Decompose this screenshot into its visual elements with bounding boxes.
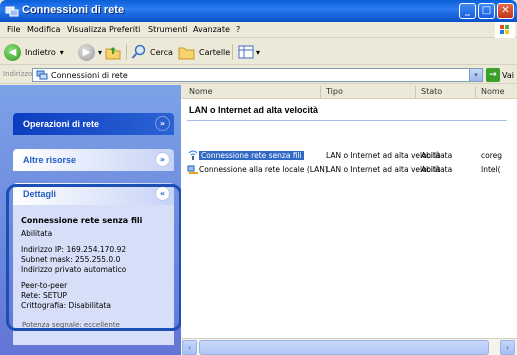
row-device: Intel( [481,165,501,174]
scroll-left-icon[interactable]: ‹ [182,340,197,355]
address-dropdown-icon[interactable]: ▾ [469,69,482,81]
views-icon [238,45,254,59]
explorer-window: Connessioni di rete _ □ ✕ File Modifica … [0,0,517,355]
network-tasks-header[interactable]: Operazioni di rete » [13,113,174,135]
minimize-button[interactable]: _ [459,3,476,19]
network-connections-icon [5,6,19,17]
up-folder-icon[interactable] [104,43,122,61]
row-status: Abilitata [421,151,453,160]
column-divider[interactable] [475,86,476,98]
menu-avanzate[interactable]: Avanzate [193,25,230,34]
file-list-view[interactable]: Nome Tipo Stato Nome LAN o Internet ad a… [181,85,517,355]
network-folder-icon [36,70,48,80]
address-value: Connessioni di rete [51,71,128,80]
forward-dropdown-icon[interactable]: ▾ [98,48,102,57]
menu-help[interactable]: ? [236,25,240,34]
address-label: Indirizzo [3,70,33,78]
column-type[interactable]: Tipo [326,87,343,96]
views-button[interactable]: ▾ [238,43,260,61]
row-device: coreg [481,151,503,160]
group-divider [187,120,507,121]
go-arrow-icon[interactable]: → [486,68,500,82]
folders-icon [178,47,195,60]
other-places-title: Altre risorse [23,155,77,165]
folders-label: Cartelle [199,47,231,57]
search-label: Cerca [150,47,173,57]
search-button[interactable]: Cerca [131,43,173,61]
details-highlight-frame [6,184,182,331]
window-title: Connessioni di rete [22,4,125,16]
other-places-header[interactable]: Altre risorse » [13,149,174,171]
row-status: Abilitata [421,165,453,174]
menu-bar: File Modifica Visualizza Preferiti Strum… [0,22,517,38]
column-device-name[interactable]: Nome [481,87,505,96]
row-name: Connessione rete senza fili [199,151,304,160]
address-bar: Indirizzo Connessioni di rete ▾ → Vai [0,66,517,84]
menu-preferiti[interactable]: Preferiti [109,25,140,34]
folders-button[interactable]: Cartelle [178,43,230,61]
scroll-right-icon[interactable]: › [500,340,515,355]
menu-visualizza[interactable]: Visualizza [67,25,106,34]
column-status[interactable]: Stato [421,87,442,96]
row-name: Connessione alla rete locale (LAN) [199,165,328,174]
forward-button[interactable]: ▶ ▾ [78,43,102,61]
windows-logo-icon [495,22,515,38]
back-button[interactable]: ◀ Indietro ▾ [4,43,64,61]
back-label: Indietro [25,47,56,57]
scrollbar-thumb[interactable] [199,340,489,355]
back-dropdown-icon[interactable]: ▾ [60,48,64,57]
group-title: LAN o Internet ad alta velocità [189,105,319,115]
column-divider[interactable] [320,86,321,98]
forward-arrow-icon: ▶ [78,43,95,61]
lan-connection-icon [187,165,198,174]
title-bar[interactable]: Connessioni di rete _ □ ✕ [0,0,517,22]
close-button[interactable]: ✕ [497,3,514,19]
toolbar-separator [126,44,127,60]
toolbar: ◀ Indietro ▾ ▶ ▾ Cerca Cartelle ▾ [0,39,517,65]
back-arrow-icon: ◀ [4,43,21,61]
menu-modifica[interactable]: Modifica [27,25,60,34]
expand-chevron-icon[interactable]: » [155,116,170,131]
menu-file[interactable]: File [7,25,20,34]
go-label[interactable]: Vai [502,71,514,80]
column-name[interactable]: Nome [189,87,213,96]
table-row[interactable]: Connessione rete senza fili LAN o Intern… [181,149,517,163]
wireless-connection-icon [188,150,198,160]
table-row[interactable]: Connessione alla rete locale (LAN) LAN o… [181,163,517,177]
maximize-button[interactable]: □ [478,3,495,19]
menu-strumenti[interactable]: Strumenti [148,25,188,34]
address-input[interactable]: Connessioni di rete ▾ [32,68,483,82]
expand-chevron-icon[interactable]: » [155,152,170,167]
search-icon [131,44,146,59]
column-header: Nome Tipo Stato Nome [181,85,517,99]
toolbar-separator [232,44,233,60]
horizontal-scrollbar[interactable]: ‹ › [181,338,517,355]
views-dropdown-icon: ▾ [256,47,261,57]
network-tasks-title: Operazioni di rete [23,119,100,129]
column-divider[interactable] [415,86,416,98]
